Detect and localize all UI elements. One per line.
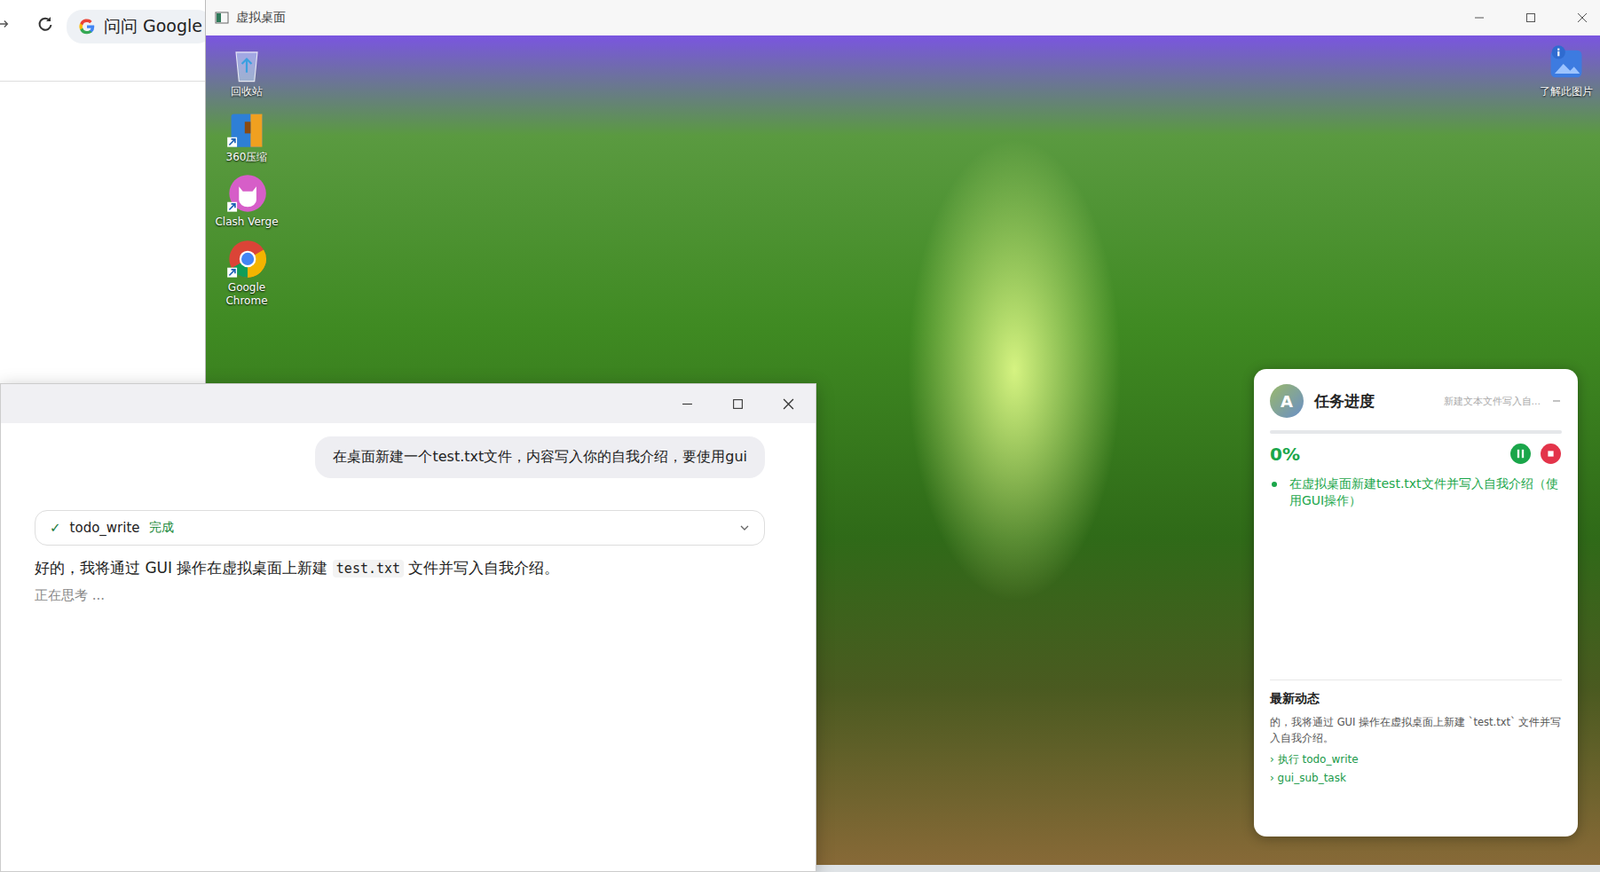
activity-link[interactable]: › 执行 todo_write bbox=[1269, 750, 1562, 771]
thinking-indicator: 正在思考 ... bbox=[34, 587, 765, 605]
archive-icon bbox=[225, 108, 268, 151]
chevron-down-icon[interactable] bbox=[739, 522, 750, 534]
maximize-icon[interactable] bbox=[1525, 12, 1537, 24]
pause-icon[interactable] bbox=[1509, 442, 1532, 466]
close-icon[interactable] bbox=[782, 398, 795, 410]
tool-call-card[interactable]: ✓ todo_write 完成 bbox=[34, 510, 765, 546]
status-dot bbox=[1271, 481, 1277, 488]
message-list: 在桌面新建一个test.txt文件，内容写入你的自我介绍，要使用gui ✓ to… bbox=[0, 423, 816, 605]
screen: 问问 Google 虚拟桌面 回收站 360压缩 Clash Verge Goo… bbox=[0, 0, 1600, 872]
maximize-icon[interactable] bbox=[732, 398, 744, 410]
browser-window: 问问 Google bbox=[0, 0, 213, 384]
close-icon[interactable] bbox=[1576, 12, 1588, 24]
desktop-icon[interactable]: 360压缩 bbox=[211, 108, 283, 166]
stop-icon[interactable] bbox=[1539, 442, 1562, 466]
browser-toolbar: 问问 Google bbox=[0, 0, 213, 82]
task-progress-panel: A 任务进度 新建文本文件写入自... 0% 在虚拟桌面新建test.txt文件… bbox=[1253, 369, 1578, 837]
minimize-icon[interactable] bbox=[1551, 395, 1562, 407]
desktop-icon[interactable]: Clash Verge bbox=[211, 173, 283, 230]
title-bar bbox=[0, 384, 816, 424]
desktop-icon[interactable]: 了解此图片 bbox=[1539, 42, 1593, 100]
minimize-icon[interactable] bbox=[1473, 12, 1485, 24]
assistant-message: 好的，我将通过 GUI 操作在虚拟桌面上新建 test.txt 文件并写入自我介… bbox=[34, 558, 765, 579]
task-item: 在虚拟桌面新建test.txt文件并写入自我介绍（使用GUI操作） bbox=[1269, 475, 1562, 510]
desktop-icon[interactable]: Google Chrome bbox=[211, 238, 283, 309]
check-icon: ✓ bbox=[49, 520, 62, 536]
forward-icon[interactable] bbox=[0, 17, 10, 31]
address-bar[interactable]: 问问 Google bbox=[66, 9, 213, 44]
desktop-icon[interactable]: 回收站 bbox=[211, 42, 283, 100]
title-bar: 虚拟桌面 bbox=[205, 0, 1600, 36]
activity-section: 最新动态 的，我将通过 GUI 操作在虚拟桌面上新建 `test.txt` 文件… bbox=[1269, 679, 1562, 789]
chat-window: 在桌面新建一个test.txt文件，内容写入你的自我介绍，要使用gui ✓ to… bbox=[0, 383, 817, 872]
user-message: 在桌面新建一个test.txt文件，内容写入你的自我介绍，要使用gui bbox=[315, 436, 765, 479]
chrome-icon bbox=[225, 238, 268, 282]
recycle-bin-icon bbox=[225, 42, 268, 86]
google-icon bbox=[77, 16, 97, 37]
progress-bar bbox=[1269, 430, 1562, 434]
activity-link[interactable]: › gui_sub_task bbox=[1269, 769, 1562, 789]
desktop-icons: 回收站 360压缩 Clash Verge Google Chrome bbox=[205, 35, 283, 309]
clash-verge-icon bbox=[225, 173, 268, 216]
window-icon bbox=[214, 11, 229, 24]
avatar: A bbox=[1269, 384, 1304, 418]
image-info-icon bbox=[1544, 42, 1588, 86]
reload-icon[interactable] bbox=[36, 15, 55, 33]
minimize-icon[interactable] bbox=[681, 398, 694, 410]
